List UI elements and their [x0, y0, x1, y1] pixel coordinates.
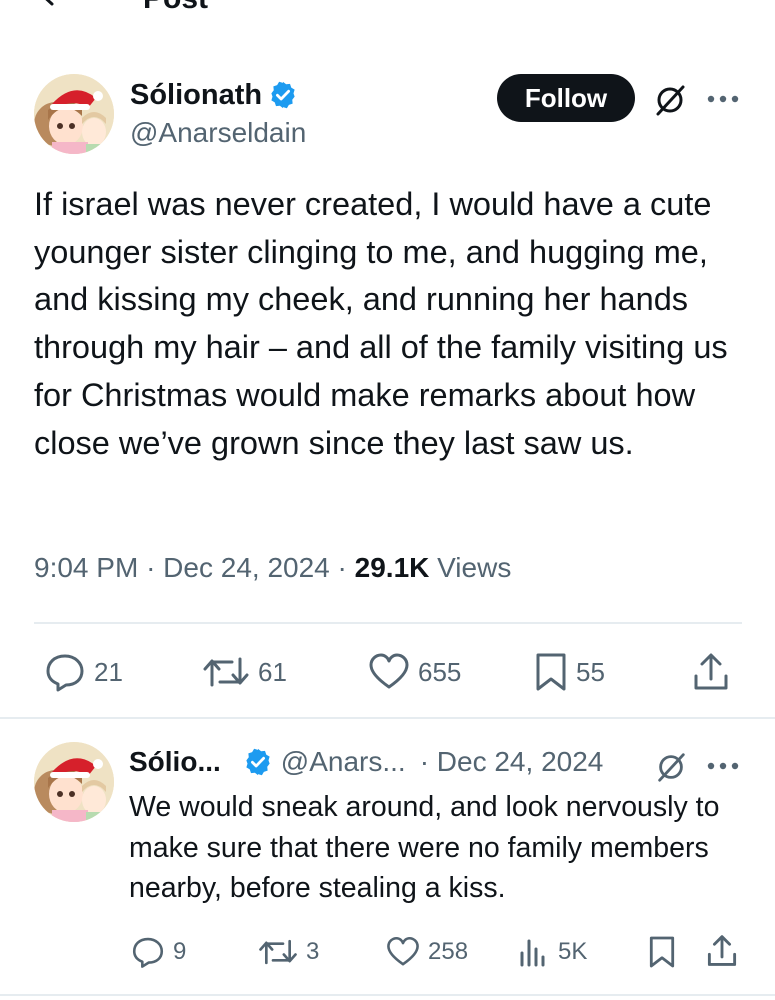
- like-count: 655: [418, 656, 462, 687]
- reply-avatar[interactable]: [34, 742, 114, 822]
- reply-reply-count: 9: [173, 938, 187, 965]
- author-name-row[interactable]: Sólionath: [130, 78, 298, 112]
- post-date[interactable]: Dec 24, 2024: [163, 552, 330, 583]
- back-button[interactable]: [30, 0, 60, 8]
- share-icon: [694, 653, 728, 690]
- more-options-icon[interactable]: [706, 94, 740, 104]
- follow-button[interactable]: Follow: [497, 74, 635, 122]
- reply-repost-button[interactable]: 3: [258, 935, 319, 969]
- bookmark-button[interactable]: 55: [534, 652, 605, 692]
- reply-header: Sólio... @Anars... · Dec 24, 2024: [129, 745, 603, 779]
- divider: [0, 717, 775, 719]
- post-meta: 9:04 PM · Dec 24, 2024 · 29.1K Views: [34, 548, 511, 588]
- repost-button[interactable]: 61: [202, 652, 287, 692]
- heart-icon: [387, 936, 419, 966]
- arrow-left-icon: [45, 0, 54, 6]
- reply-grok-icon[interactable]: [654, 750, 688, 784]
- meta-separator: ·: [146, 552, 164, 583]
- repost-count: 61: [258, 656, 287, 687]
- reply-repost-count: 3: [306, 938, 320, 965]
- meta-separator: ·: [337, 552, 355, 583]
- reply-count: 21: [94, 656, 123, 687]
- reply-reply-button[interactable]: 9: [131, 935, 186, 969]
- share-button[interactable]: [692, 652, 730, 692]
- author-display-name: Sólionath: [130, 79, 263, 111]
- reply-like-button[interactable]: 258: [386, 935, 468, 969]
- bookmark-icon: [649, 936, 675, 968]
- header-title: Post: [143, 0, 208, 14]
- reply-views-button[interactable]: 5K: [518, 935, 587, 969]
- reply-button[interactable]: 21: [44, 652, 123, 692]
- reply-icon: [46, 654, 84, 692]
- reply-more-options-icon[interactable]: [706, 761, 740, 771]
- reply-share-button[interactable]: [706, 934, 738, 968]
- divider: [0, 994, 775, 996]
- author-handle[interactable]: @Anarseldain: [130, 116, 306, 150]
- post-text: If israel was never created, I would hav…: [34, 186, 728, 461]
- grok-icon[interactable]: [652, 82, 688, 118]
- reply-date[interactable]: · Dec 24, 2024: [420, 745, 604, 779]
- reply-text: We would sneak around, and look nervousl…: [129, 791, 720, 904]
- reply-bookmark-button[interactable]: [648, 935, 676, 969]
- reply-like-count: 258: [428, 938, 469, 965]
- heart-icon: [369, 653, 409, 689]
- post-time[interactable]: 9:04 PM: [34, 552, 138, 583]
- views-count: 29.1K: [354, 552, 430, 583]
- verified-badge-icon: [246, 748, 270, 776]
- share-icon: [707, 935, 737, 966]
- like-button[interactable]: 655: [368, 652, 461, 692]
- repost-icon: [259, 939, 297, 965]
- avatar-image: [34, 74, 114, 154]
- analytics-icon: [520, 939, 545, 967]
- avatar[interactable]: [34, 74, 114, 154]
- repost-icon: [203, 657, 249, 687]
- reply-icon: [132, 937, 164, 968]
- views-label: Views: [437, 552, 512, 583]
- reply-views-count: 5K: [558, 938, 588, 965]
- bookmark-icon: [536, 653, 566, 691]
- avatar-image: [34, 742, 114, 822]
- reply-author-handle[interactable]: @Anars...: [281, 745, 406, 779]
- bookmark-count: 55: [576, 656, 605, 687]
- divider: [34, 622, 742, 624]
- reply-author-name[interactable]: Sólio...: [129, 745, 221, 779]
- verified-badge-icon: [271, 81, 295, 109]
